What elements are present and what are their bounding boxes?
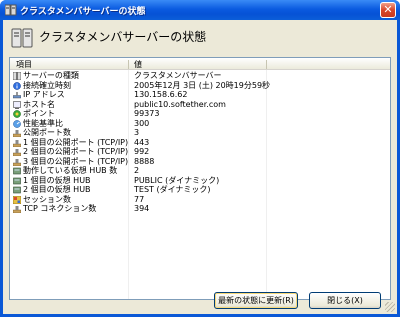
item-name: 1 個目の仮想 HUB xyxy=(23,175,91,185)
status-list[interactable]: 項目 値 サーバーの種類 クラスタメンバサーバー接続確立時刻 2005年12月 3日… xyxy=(9,57,391,300)
item-name: ホスト名 xyxy=(23,99,55,109)
hub-icon xyxy=(13,167,21,175)
column-divider[interactable] xyxy=(266,60,267,69)
list-item[interactable]: ポイント 99373 xyxy=(10,109,390,119)
item-value: 394 xyxy=(134,204,150,213)
dialog-window: クラスタメンバサーバーの状態 ✕ クラスタメンバサーバーの状態 項目 値 サーバ… xyxy=(0,0,400,317)
item-name: 接続確立時刻 xyxy=(23,80,71,90)
list-item[interactable]: セッション数 77 xyxy=(10,195,390,205)
item-value: 2 xyxy=(134,166,140,175)
item-value: 3 xyxy=(134,128,140,137)
item-value: クラスタメンバサーバー xyxy=(134,71,222,80)
list-item[interactable]: 動作している仮想 HUB 数 2 xyxy=(10,166,390,176)
window-title: クラスタメンバサーバーの状態 xyxy=(20,7,146,17)
item-name: 公開ポート数 xyxy=(23,128,71,137)
item-name: ポイント xyxy=(23,109,55,118)
item-value: 443 xyxy=(134,137,150,147)
item-name: 性能基準比 xyxy=(23,118,63,128)
list-item[interactable]: TCP コネクション数 394 xyxy=(10,204,390,214)
column-divider[interactable] xyxy=(128,60,129,69)
item-value: public10.softether.com xyxy=(134,99,226,109)
title-bar[interactable]: クラスタメンバサーバーの状態 ✕ xyxy=(0,0,400,20)
list-item[interactable]: ホスト名 public10.softether.com xyxy=(10,100,390,110)
item-name: 3 個目の公開ポート (TCP/IP) xyxy=(23,156,129,166)
item-name: 動作している仮想 HUB 数 xyxy=(23,166,118,175)
item-name: サーバーの種類 xyxy=(23,71,79,80)
list-item[interactable]: 公開ポート数 3 xyxy=(10,128,390,138)
port-icon xyxy=(13,158,21,166)
port-icon xyxy=(13,139,21,147)
item-value: 130.158.6.62 xyxy=(134,90,188,99)
refresh-button[interactable]: 最新の状態に更新(R) xyxy=(214,292,298,309)
port-icon xyxy=(13,206,21,213)
info-icon xyxy=(13,81,21,90)
list-item[interactable]: 2 個目の公開ポート (TCP/IP) 992 xyxy=(10,147,390,157)
client-area: クラスタメンバサーバーの状態 項目 値 サーバーの種類 クラスタメンバサーバー 接続… xyxy=(3,20,397,314)
list-item[interactable]: 接続確立時刻 2005年12月 3日 (土) 20時19分59秒 xyxy=(10,81,390,91)
close-icon: ✕ xyxy=(383,3,393,16)
item-name: TCP コネクション数 xyxy=(23,204,97,213)
item-name: 2 個目の公開ポート (TCP/IP) xyxy=(23,147,129,156)
port-icon xyxy=(13,130,21,137)
list-item[interactable]: 1 個目の公開ポート (TCP/IP) 443 xyxy=(10,138,390,148)
points-icon xyxy=(13,110,21,118)
server-icon xyxy=(13,72,21,80)
column-header-item[interactable]: 項目 xyxy=(16,59,32,69)
item-value: 77 xyxy=(134,194,145,204)
item-value: 2005年12月 3日 (土) 20時19分59秒 xyxy=(134,80,271,90)
item-value: TEST (ダイナミック) xyxy=(134,185,211,194)
item-value: 99373 xyxy=(134,109,160,118)
hub-icon xyxy=(13,186,21,194)
column-header-value[interactable]: 値 xyxy=(134,59,142,69)
item-value: PUBLIC (ダイナミック) xyxy=(134,175,220,185)
item-name: 2 個目の仮想 HUB xyxy=(23,185,91,194)
cluster-server-icon xyxy=(11,28,33,48)
list-item[interactable]: 1 個目の仮想 HUB PUBLIC (ダイナミック) xyxy=(10,176,390,186)
item-name: セッション数 xyxy=(23,194,71,204)
list-item[interactable]: IP アドレス 130.158.6.62 xyxy=(10,90,390,100)
close-button[interactable]: 閉じる(X) xyxy=(309,292,381,309)
item-value: 992 xyxy=(134,147,150,156)
port-icon xyxy=(13,149,21,156)
list-item[interactable]: 3 個目の公開ポート (TCP/IP) 8888 xyxy=(10,157,390,167)
page-title: クラスタメンバサーバーの状態 xyxy=(39,30,207,44)
list-item[interactable]: 性能基準比 300 xyxy=(10,119,390,129)
list-item[interactable]: 2 個目の仮想 HUB TEST (ダイナミック) xyxy=(10,185,390,195)
hub-icon xyxy=(13,177,21,184)
close-window-button[interactable]: ✕ xyxy=(380,2,396,18)
resize-grip[interactable] xyxy=(385,302,395,312)
list-header: 項目 値 xyxy=(10,58,390,70)
network-icon xyxy=(13,92,21,99)
item-value: 300 xyxy=(134,118,150,128)
item-name: 1 個目の公開ポート (TCP/IP) xyxy=(23,137,129,147)
cluster-server-icon xyxy=(5,4,17,16)
list-rows: サーバーの種類 クラスタメンバサーバー接続確立時刻 2005年12月 3日 (土) … xyxy=(10,71,390,214)
item-name: IP アドレス xyxy=(23,90,65,99)
list-item[interactable]: サーバーの種類 クラスタメンバサーバー xyxy=(10,71,390,81)
item-value: 8888 xyxy=(134,156,155,166)
host-icon xyxy=(13,100,21,109)
session-icon xyxy=(13,195,21,204)
performance-icon xyxy=(13,119,21,128)
